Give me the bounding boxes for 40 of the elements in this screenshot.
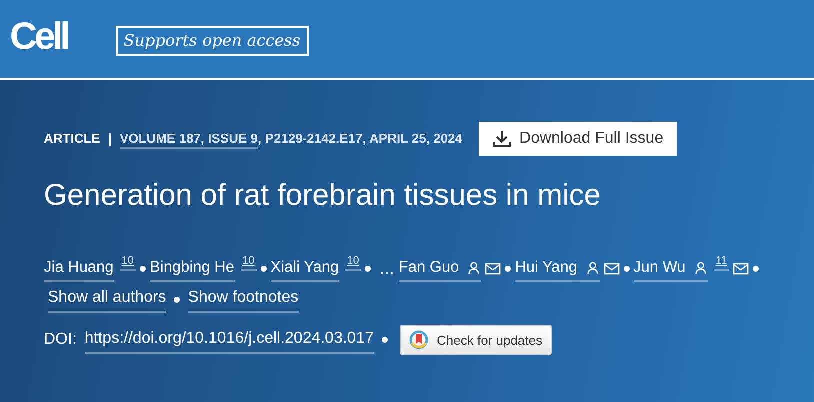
download-icon [492, 130, 512, 148]
bullet [382, 337, 388, 344]
person-icon[interactable] [467, 260, 482, 275]
footnote-link[interactable]: 10 [120, 252, 136, 272]
bookmark-icon [409, 330, 429, 350]
volume-link[interactable]: VOLUME 187, ISSUE 9 [120, 131, 258, 150]
author-name[interactable]: Bingbing He [150, 256, 234, 280]
footnote-link[interactable]: 10 [240, 252, 257, 272]
article-title: Generation of rat forebrain tissues in mice [44, 178, 602, 214]
bullet [174, 296, 180, 303]
separator: | [108, 130, 112, 148]
author-name[interactable]: Jia Huang [44, 256, 114, 280]
person-icon[interactable] [694, 260, 708, 275]
tagline: Supports open access [116, 26, 309, 56]
bullet [624, 266, 630, 272]
ellipsis: … [379, 260, 395, 280]
author-name[interactable]: Fan Guo [398, 256, 460, 280]
footnote-link[interactable]: 10 [345, 252, 362, 272]
author-name[interactable]: Jun Wu [634, 256, 686, 280]
author-name[interactable]: Hui Yang [515, 256, 578, 280]
bullet [505, 266, 512, 272]
author-toggle-link[interactable]: Show footnotes [188, 286, 299, 314]
bullet [140, 266, 146, 272]
check-updates-button[interactable]: Check for updates [400, 325, 552, 356]
download-button[interactable]: Download Full Issue [478, 122, 677, 156]
article-type: ARTICLE [44, 130, 100, 148]
person-icon[interactable] [586, 260, 600, 275]
logo[interactable]: Cell [10, 18, 68, 56]
bullet [753, 266, 760, 272]
citation-details: , P2129-2142.E17, APRIL 25, 2024 [258, 131, 463, 146]
author-name[interactable]: Xiali Yang [270, 256, 340, 280]
email-icon[interactable] [733, 261, 750, 278]
doi-link[interactable]: https://doi.org/10.1016/j.cell.2024.03.017 [84, 326, 374, 354]
bullet [365, 266, 372, 272]
email-icon[interactable] [604, 261, 620, 278]
bullet [260, 266, 267, 272]
footnote-link[interactable]: 11 [714, 252, 730, 272]
doi-label: DOI: [44, 330, 77, 350]
author-toggle-link[interactable]: Show all authors [48, 286, 166, 314]
email-icon[interactable] [485, 261, 502, 278]
